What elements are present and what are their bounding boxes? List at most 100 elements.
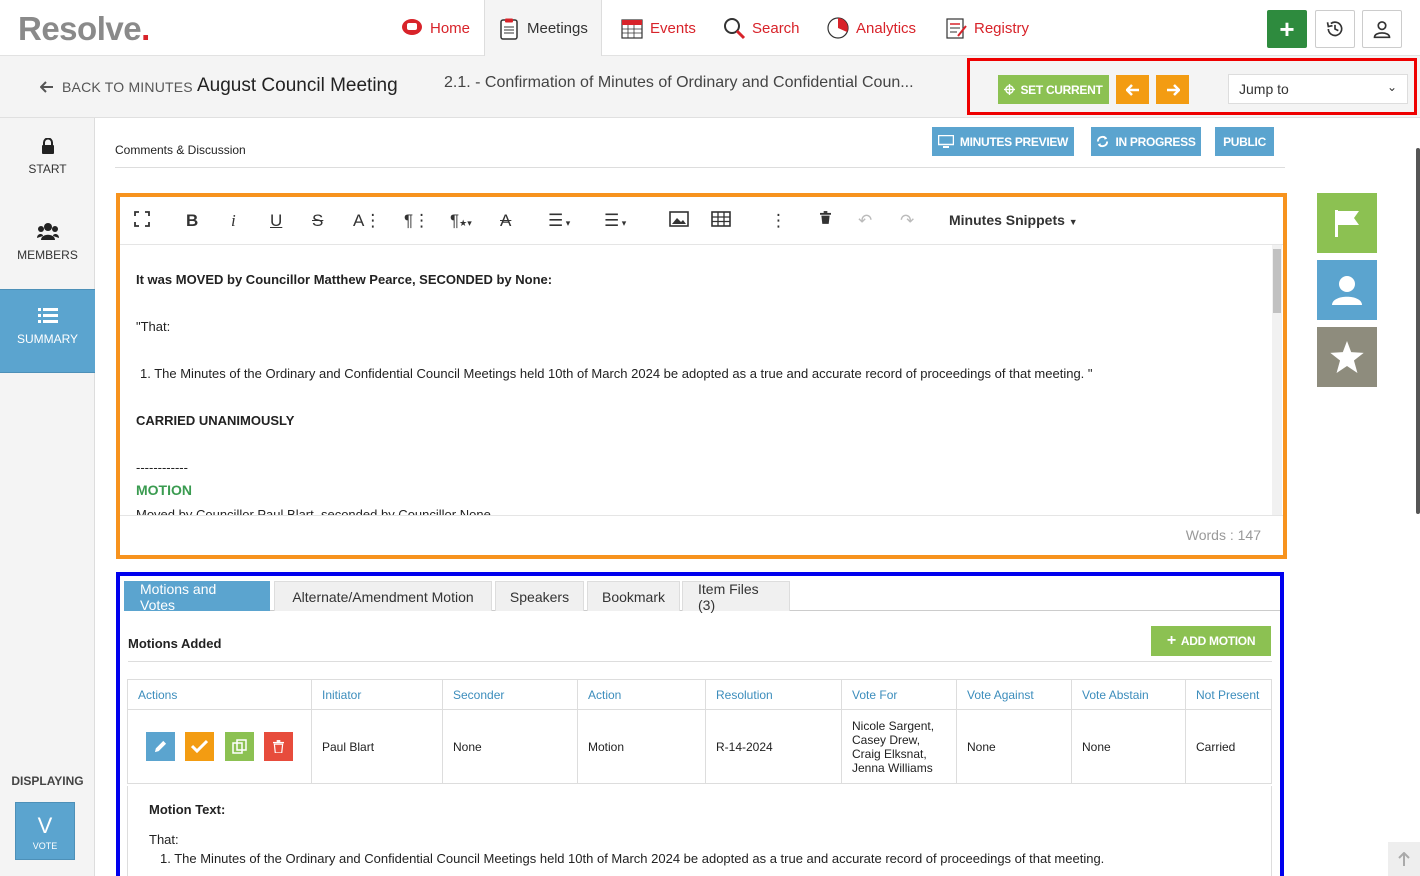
redo-icon[interactable]: ↷ [900,211,914,231]
tab-alternate-amendment-motion[interactable]: Alternate/Amendment Motion [274,581,492,611]
user-button[interactable] [1362,10,1402,48]
plus-icon: + [1166,632,1176,649]
calendar-icon [621,19,643,39]
scroll-to-top-button[interactable] [1388,842,1420,876]
more-options-icon[interactable]: ⋮ [770,211,787,231]
vote-for-name: Jenna Williams [852,760,933,775]
register-icon [946,18,967,39]
sidebar-item-start[interactable]: START [0,138,95,193]
users-icon [36,223,59,240]
tab-item-files[interactable]: Item Files (3) [682,581,790,613]
motions-table: Actions Initiator Seconder Action Resolu… [127,679,1272,784]
nav-tab-meetings[interactable]: Meetings [484,0,602,57]
column-header[interactable]: Vote For [841,679,957,710]
agenda-item-title: 2.1. - Confirmation of Minutes of Ordina… [444,74,914,91]
column-header[interactable]: Seconder [442,679,578,710]
unordered-list-icon[interactable]: ☰ ▾ [604,211,626,231]
clipboard-icon [500,18,518,40]
insert-image-icon[interactable] [669,211,689,232]
editor-line-that: "That: [136,319,171,334]
vote-label: VOTE [32,841,58,851]
next-item-button[interactable] [1156,75,1189,104]
delete-icon[interactable] [820,211,831,227]
search-icon [724,18,746,40]
motions-added-heading: Motions Added [128,636,222,651]
column-header[interactable]: Vote Abstain [1071,679,1186,710]
column-header[interactable]: Action [577,679,706,710]
motion-text-label: Motion Text: [149,802,226,817]
nav-tab-registry[interactable]: Registry [932,0,1041,56]
arrow-left-icon [1125,83,1139,96]
motion-text-item1: 1. The Minutes of the Ordinary and Confi… [160,851,1105,866]
add-button[interactable]: + [1267,10,1307,48]
speaker-button[interactable] [1317,260,1377,320]
paragraph-format-icon[interactable]: ¶⋮ [404,211,430,231]
meeting-title: August Council Meeting [197,75,398,96]
list-icon [37,308,58,323]
pie-chart-icon [827,17,849,39]
star-button[interactable] [1317,327,1377,387]
vote-for-cell: Nicole Sargent, Casey Drew, Craig Elksna… [841,709,957,784]
ordered-list-icon[interactable]: ☰ ▾ [548,211,570,231]
paragraph-style-icon[interactable]: ¶★▾ [450,211,472,231]
approve-button[interactable] [185,732,215,761]
insert-table-icon[interactable] [711,211,731,232]
page-scrollbar-thumb[interactable] [1416,148,1420,514]
flag-button[interactable] [1317,193,1377,253]
refresh-icon [1097,135,1109,148]
tab-speakers[interactable]: Speakers [495,581,584,611]
back-to-minutes-link[interactable]: BACK TO MINUTES [40,79,193,95]
delete-button[interactable] [264,732,294,761]
word-count: Words : 147 [1185,527,1261,543]
seconder-cell: None [442,709,578,784]
tab-motions-and-votes[interactable]: Motions and Votes [124,581,270,613]
vote-display-button[interactable]: V VOTE [15,802,75,860]
minutes-preview-button[interactable]: MINUTES PREVIEW [932,127,1074,156]
bold-icon[interactable]: B [186,211,198,231]
editor-motion-heading: MOTION [136,482,192,498]
underline-icon[interactable]: U [270,211,282,231]
nav-tab-analytics[interactable]: Analytics [814,0,928,56]
editor-scrollbar-thumb[interactable] [1273,249,1281,313]
previous-item-button[interactable] [1116,75,1149,104]
monitor-icon [937,135,954,148]
table-row: Paul Blart None Motion R-14-2024 Nicole … [127,709,1272,784]
add-motion-button[interactable]: + ADD MOTION [1151,626,1271,656]
minutes-snippets-dropdown[interactable]: Minutes Snippets ▼ [949,212,1078,228]
undo-icon[interactable]: ↶ [858,211,872,231]
action-cell: Motion [577,709,706,784]
arrow-left-icon [40,81,53,93]
app-logo[interactable]: Resolve. [18,10,150,48]
column-header[interactable]: Initiator [311,679,443,710]
history-icon [1326,21,1343,37]
nav-tab-home[interactable]: Home [388,0,482,56]
clear-formatting-icon[interactable]: A [500,211,511,231]
not-present-cell: Carried [1185,709,1272,784]
history-button[interactable] [1315,10,1355,48]
in-progress-button[interactable]: IN PROGRESS [1091,127,1201,156]
italic-icon[interactable]: i [231,211,236,231]
jump-to-select[interactable]: Jump to ⌄ [1228,74,1408,104]
editor-content[interactable]: It was MOVED by Councillor Matthew Pearc… [120,245,1270,515]
tab-bookmark[interactable]: Bookmark [587,581,680,611]
sidebar-item-summary[interactable]: SUMMARY [0,289,95,373]
strikethrough-icon[interactable]: S [312,211,323,231]
nav-tab-search[interactable]: Search [710,0,812,56]
column-header[interactable]: Not Present [1185,679,1272,710]
panel-tabs: Motions and Votes Alternate/Amendment Mo… [124,581,1280,613]
crosshair-icon [1004,84,1016,95]
sidebar-item-members[interactable]: MEMBERS [0,222,95,277]
fullscreen-icon[interactable] [134,211,150,232]
left-sidebar: START MEMBERS SUMMARY DISPLAYING V VOTE [0,118,95,876]
column-header[interactable]: Actions [127,679,312,710]
nav-tab-events[interactable]: Events [608,0,708,56]
copy-button[interactable] [224,732,254,761]
column-header[interactable]: Resolution [705,679,842,710]
editor-line-moved: It was MOVED by Councillor Matthew Pearc… [136,272,553,287]
trash-icon [273,740,285,753]
column-header[interactable]: Vote Against [956,679,1072,710]
edit-button[interactable] [146,732,175,761]
public-button[interactable]: PUBLIC [1215,127,1274,156]
set-current-button[interactable]: SET CURRENT [998,75,1109,104]
font-size-icon[interactable]: A⋮ [353,211,381,231]
